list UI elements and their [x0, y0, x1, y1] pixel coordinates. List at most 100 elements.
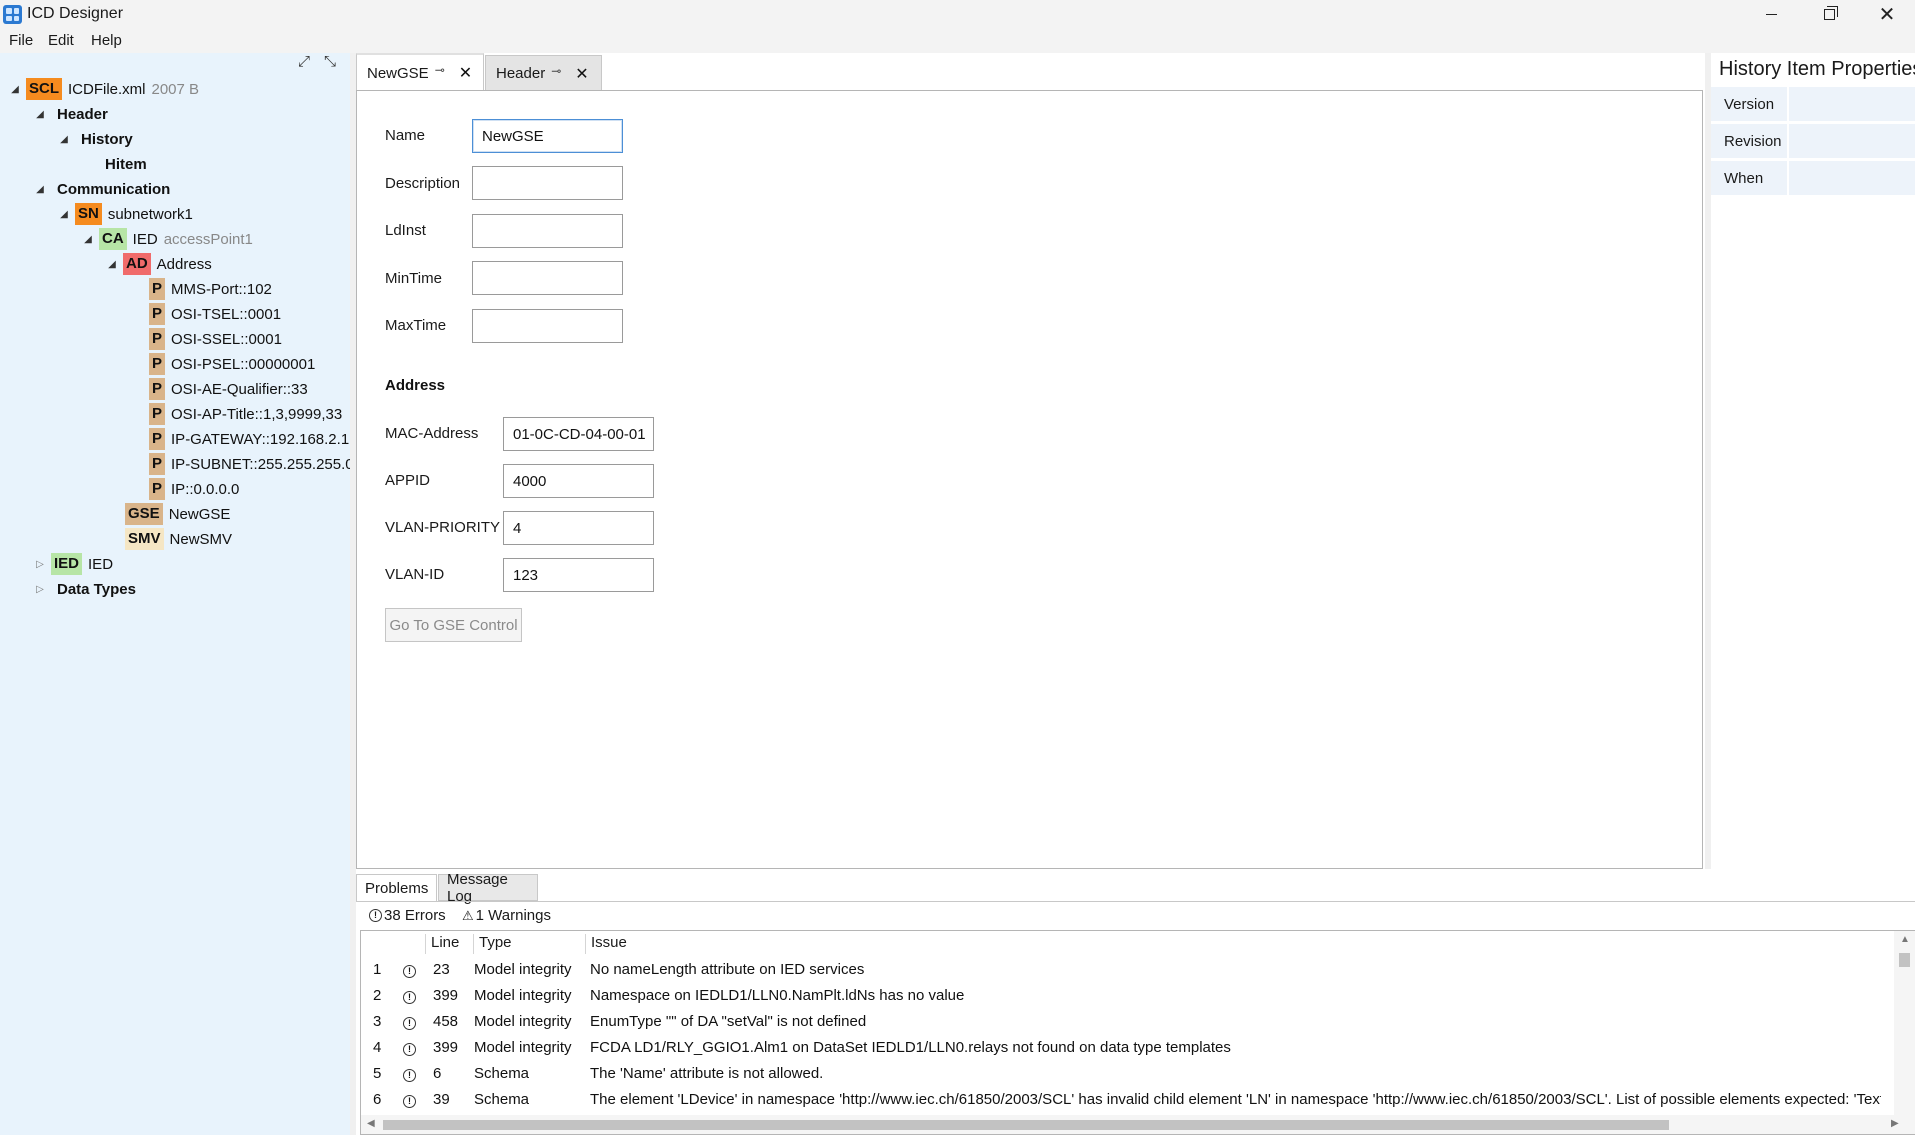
collapse-all-icon[interactable]: ⤡: [324, 53, 344, 73]
close-tab-icon[interactable]: ✕: [575, 64, 588, 84]
tree-node-ied[interactable]: ▷ IED IED: [33, 552, 113, 576]
table-row[interactable]: 4 ! 399 Model integrity FCDA LD1/RLY_GGI…: [361, 1035, 1881, 1061]
scroll-right-icon[interactable]: ▶: [1891, 1118, 1899, 1129]
tab-problems[interactable]: Problems: [356, 874, 437, 901]
tree-node-label: Data Types: [57, 580, 136, 598]
appid-label: APPID: [385, 472, 431, 489]
tree-node-label: IP::0.0.0.0: [171, 480, 240, 498]
ca-badge: CA: [99, 228, 127, 250]
row-type: Model integrity: [474, 961, 572, 978]
scl-badge: SCL: [26, 78, 62, 100]
horizontal-scroll-thumb[interactable]: [383, 1120, 1669, 1130]
tree-node-address[interactable]: ◢ AD Address: [105, 252, 212, 276]
mintime-field[interactable]: [472, 261, 623, 295]
expander-closed-icon[interactable]: ▷: [33, 584, 47, 595]
scroll-up-icon[interactable]: ▲: [1900, 934, 1910, 945]
go-to-gse-control-button[interactable]: Go To GSE Control: [385, 608, 522, 642]
expander-open-icon[interactable]: ◢: [8, 84, 22, 95]
expander-open-icon[interactable]: ◢: [57, 209, 71, 220]
pin-icon[interactable]: ⊸: [551, 64, 561, 78]
title-bar: ICD Designer ✕: [0, 0, 1915, 29]
row-issue: Namespace on IEDLD1/LLN0.NamPlt.ldNs has…: [590, 987, 965, 1004]
property-row-when[interactable]: When: [1711, 161, 1915, 197]
tree-node-param[interactable]: P OSI-SSEL::0001: [149, 327, 282, 351]
tree-node-param[interactable]: P IP-SUBNET::255.255.255.0: [149, 452, 354, 476]
property-row-revision[interactable]: Revision: [1711, 124, 1915, 160]
vertical-scrollbar[interactable]: ▲: [1894, 931, 1915, 1117]
vlan-id-field[interactable]: 123: [503, 558, 654, 592]
tree-node-param[interactable]: P OSI-AE-Qualifier::33: [149, 377, 308, 401]
tree-node-history[interactable]: ◢ History: [57, 127, 133, 151]
vlan-priority-field[interactable]: 4: [503, 511, 654, 545]
tree-node-param[interactable]: P MMS-Port::102: [149, 277, 272, 301]
ldinst-field[interactable]: [472, 214, 623, 248]
mac-address-field[interactable]: 01-0C-CD-04-00-01: [503, 417, 654, 451]
row-issue: EnumType "" of DA "setVal" is not define…: [590, 1013, 867, 1030]
vertical-scroll-thumb[interactable]: [1899, 953, 1910, 967]
tree-node-communication[interactable]: ◢ Communication: [33, 177, 170, 201]
tree-node-smv[interactable]: SMV NewSMV: [125, 527, 232, 551]
tree-node-data-types[interactable]: ▷ Data Types: [33, 577, 136, 601]
p-badge: P: [149, 278, 166, 300]
tree-node-header[interactable]: ◢ Header: [33, 102, 108, 126]
description-field[interactable]: [472, 166, 623, 200]
tab-message-log[interactable]: Message Log: [438, 871, 538, 905]
row-type: Schema: [474, 1091, 530, 1108]
p-badge: P: [149, 428, 166, 450]
tree-node-label: OSI-SSEL::0001: [171, 330, 282, 348]
name-field[interactable]: NewGSE: [472, 119, 623, 153]
tree-node-scl[interactable]: ◢ SCL ICDFile.xml 2007 B: [8, 77, 199, 101]
minimize-button[interactable]: [1742, 0, 1800, 29]
tree-node-param[interactable]: P IP::0.0.0.0: [149, 477, 239, 501]
close-tab-icon[interactable]: ✕: [459, 63, 472, 83]
tree-node-gse[interactable]: GSE NewGSE: [125, 502, 230, 526]
tree-node-param[interactable]: P IP-GATEWAY::192.168.2.1: [149, 427, 349, 451]
maxtime-field[interactable]: [472, 309, 623, 343]
row-line: 23: [433, 961, 450, 978]
menu-file[interactable]: File: [9, 32, 33, 49]
expander-open-icon[interactable]: ◢: [33, 109, 47, 120]
property-row-version[interactable]: Version: [1711, 87, 1915, 123]
window-title: ICD Designer: [27, 5, 124, 22]
tab-newgse[interactable]: NewGSE ⊸ ✕: [356, 53, 484, 91]
table-row[interactable]: 3 ! 458 Model integrity EnumType "" of D…: [361, 1009, 1881, 1035]
expand-all-icon[interactable]: ⤢: [298, 53, 318, 73]
pin-icon[interactable]: ⊸: [435, 63, 445, 77]
table-row[interactable]: 1 ! 23 Model integrity No nameLength att…: [361, 957, 1881, 983]
horizontal-scrollbar[interactable]: ◀ ▶: [361, 1115, 1915, 1134]
table-row[interactable]: 2 ! 399 Model integrity Namespace on IED…: [361, 983, 1881, 1009]
restore-button[interactable]: [1800, 0, 1858, 29]
row-type: Schema: [474, 1065, 530, 1082]
expander-open-icon[interactable]: ◢: [57, 134, 71, 145]
tab-header[interactable]: Header ⊸ ✕: [485, 55, 602, 91]
menu-edit[interactable]: Edit: [48, 32, 74, 49]
close-window-button[interactable]: ✕: [1858, 0, 1915, 29]
scroll-left-icon[interactable]: ◀: [367, 1118, 375, 1129]
tree-node-subnetwork[interactable]: ◢ SN subnetwork1: [57, 202, 193, 226]
ldinst-label: LdInst: [385, 222, 426, 239]
expander-closed-icon[interactable]: ▷: [33, 559, 47, 570]
column-issue[interactable]: Issue: [585, 934, 627, 954]
tree-node-connected-ap[interactable]: ◢ CA IED accessPoint1: [81, 227, 253, 251]
tree-node-label: IED: [132, 230, 158, 248]
tree-node-param[interactable]: P OSI-AP-Title::1,3,9999,33: [149, 402, 342, 426]
errors-filter[interactable]: ! 38 Errors: [369, 907, 446, 924]
warnings-filter[interactable]: ⚠ 1 Warnings: [462, 907, 551, 924]
mac-address-label: MAC-Address: [385, 425, 479, 442]
menu-help[interactable]: Help: [91, 32, 122, 49]
expander-open-icon[interactable]: ◢: [81, 234, 95, 245]
table-row[interactable]: 6 ! 39 Schema The element 'LDevice' in n…: [361, 1087, 1881, 1113]
tree-node-label: ICDFile.xml: [68, 80, 146, 98]
expander-open-icon[interactable]: ◢: [33, 184, 47, 195]
appid-field[interactable]: 4000: [503, 464, 654, 498]
p-badge: P: [149, 378, 166, 400]
tree-node-param[interactable]: P OSI-TSEL::0001: [149, 302, 281, 326]
tree-node-label: NewSMV: [169, 530, 233, 548]
table-row[interactable]: 5 ! 6 Schema The 'Name' attribute is not…: [361, 1061, 1881, 1087]
column-type[interactable]: Type: [473, 934, 512, 954]
column-line[interactable]: Line: [425, 934, 459, 954]
tree-node-param[interactable]: P OSI-PSEL::00000001: [149, 352, 315, 376]
properties-title: History Item Properties: [1719, 58, 1915, 80]
expander-open-icon[interactable]: ◢: [105, 259, 119, 270]
tree-node-hitem[interactable]: Hitem: [105, 152, 147, 176]
